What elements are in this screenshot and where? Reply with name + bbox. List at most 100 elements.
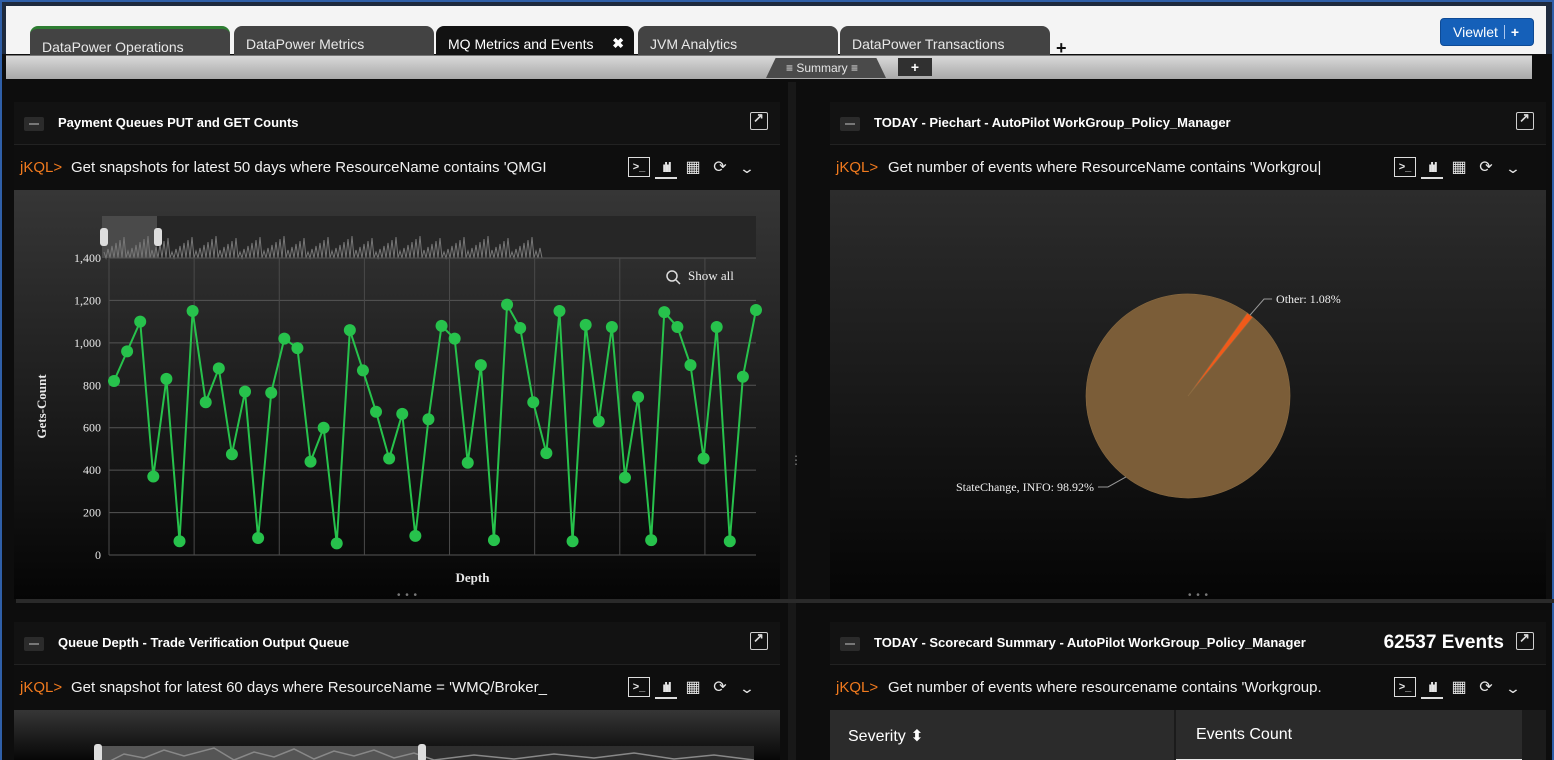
chevron-down-icon[interactable]: ⌄ (732, 157, 763, 179)
column-header-events-count[interactable]: Events Count (1176, 710, 1522, 760)
data-point[interactable] (409, 529, 422, 542)
data-point[interactable] (540, 447, 553, 460)
chevron-down-icon[interactable]: ⌄ (1498, 157, 1529, 179)
tab-datapower-transactions[interactable]: DataPower Transactions (840, 26, 1050, 56)
bar-chart-icon[interactable]: ılıl (655, 677, 677, 699)
data-point[interactable] (723, 535, 736, 548)
data-point[interactable] (448, 332, 461, 345)
data-point[interactable] (592, 415, 605, 428)
data-point[interactable] (697, 452, 710, 465)
data-point[interactable] (343, 324, 356, 337)
data-point[interactable] (317, 421, 330, 434)
bar-chart-icon[interactable]: ılıl (1421, 157, 1443, 179)
minimize-button[interactable] (24, 637, 44, 651)
data-point[interactable] (684, 359, 697, 372)
data-point[interactable] (239, 385, 252, 398)
data-point[interactable] (396, 407, 409, 420)
data-point[interactable] (710, 320, 723, 333)
tab-datapower-metrics[interactable]: DataPower Metrics (234, 26, 434, 56)
data-point[interactable] (527, 396, 540, 409)
data-point[interactable] (566, 535, 579, 548)
refresh-icon[interactable]: ⟳ (1475, 677, 1497, 699)
minimize-button[interactable] (840, 117, 860, 131)
data-point[interactable] (147, 470, 160, 483)
data-point[interactable] (278, 332, 291, 345)
data-point[interactable] (501, 298, 514, 311)
data-point[interactable] (618, 471, 631, 484)
navigator-handle-right[interactable] (154, 228, 162, 246)
calendar-icon[interactable]: ▦ (1448, 677, 1470, 699)
data-point[interactable] (370, 405, 383, 418)
navigator-handle-left[interactable] (100, 228, 108, 246)
refresh-icon[interactable]: ⟳ (709, 157, 731, 179)
minimize-button[interactable] (24, 117, 44, 131)
refresh-icon[interactable]: ⟳ (1475, 157, 1497, 179)
minimize-button[interactable] (840, 637, 860, 651)
popout-icon[interactable] (750, 630, 768, 650)
horizontal-splitter[interactable] (16, 599, 1554, 603)
data-point[interactable] (422, 413, 435, 426)
calendar-icon[interactable]: ▦ (682, 157, 704, 179)
query-input[interactable]: Get snapshots for latest 50 days where R… (71, 159, 611, 176)
data-point[interactable] (579, 318, 592, 331)
data-point[interactable] (632, 390, 645, 403)
data-point[interactable] (134, 315, 147, 328)
column-header-severity[interactable]: Severity ⬍ (830, 710, 1174, 760)
navigator-handle-right[interactable] (418, 744, 426, 760)
data-point[interactable] (645, 534, 658, 547)
add-viewlet-button[interactable]: Viewlet + (1440, 18, 1534, 46)
data-point[interactable] (108, 375, 120, 388)
data-point[interactable] (160, 372, 173, 385)
data-point[interactable] (605, 320, 618, 333)
query-input[interactable]: Get number of events where ResourceName … (888, 159, 1378, 176)
data-point[interactable] (212, 362, 225, 375)
popout-icon[interactable] (750, 110, 768, 130)
data-point[interactable] (356, 364, 369, 377)
data-point[interactable] (304, 455, 317, 468)
data-point[interactable] (186, 305, 199, 318)
data-point[interactable] (435, 319, 448, 332)
data-point[interactable] (736, 370, 749, 383)
bar-chart-icon[interactable]: ılıl (1421, 677, 1443, 699)
popout-icon[interactable] (1516, 630, 1534, 650)
query-input[interactable]: Get number of events where resourcename … (888, 679, 1378, 696)
data-point[interactable] (121, 345, 134, 358)
bar-chart-icon[interactable]: ılıl (655, 157, 677, 179)
data-point[interactable] (553, 305, 566, 318)
tab-summary[interactable]: ≡ Summary ≡ (766, 58, 886, 78)
data-point[interactable] (383, 452, 396, 465)
terminal-icon[interactable]: >_ (628, 157, 650, 177)
data-point[interactable] (225, 448, 238, 461)
navigator-window[interactable] (102, 216, 157, 258)
terminal-icon[interactable]: >_ (1394, 677, 1416, 697)
tab-jvm-analytics[interactable]: JVM Analytics (638, 26, 838, 56)
close-tab-icon[interactable]: ✖ (612, 35, 624, 52)
chevron-down-icon[interactable]: ⌄ (732, 677, 763, 699)
data-point[interactable] (514, 322, 527, 335)
data-point[interactable] (487, 534, 500, 547)
data-point[interactable] (461, 456, 474, 469)
data-point[interactable] (252, 532, 265, 545)
vertical-splitter[interactable]: ⋮ (788, 82, 802, 760)
terminal-icon[interactable]: >_ (628, 677, 650, 697)
data-point[interactable] (750, 303, 762, 316)
popout-icon[interactable] (1516, 110, 1534, 130)
data-point[interactable] (474, 359, 487, 372)
add-summary-button[interactable]: + (898, 58, 932, 76)
show-all-button[interactable]: Show all (666, 268, 734, 285)
data-point[interactable] (658, 306, 671, 319)
calendar-icon[interactable]: ▦ (1448, 157, 1470, 179)
calendar-icon[interactable]: ▦ (682, 677, 704, 699)
navigator-handle-left[interactable] (94, 744, 102, 760)
data-point[interactable] (199, 396, 212, 409)
data-point[interactable] (330, 537, 343, 550)
tab-mq-metrics-and-events[interactable]: MQ Metrics and Events ✖ (436, 26, 634, 56)
refresh-icon[interactable]: ⟳ (709, 677, 731, 699)
data-point[interactable] (291, 342, 304, 355)
terminal-icon[interactable]: >_ (1394, 157, 1416, 177)
data-point[interactable] (173, 535, 186, 548)
data-point[interactable] (265, 386, 278, 399)
data-point[interactable] (671, 320, 684, 333)
tab-datapower-operations[interactable]: DataPower Operations (30, 26, 230, 56)
query-input[interactable]: Get snapshot for latest 60 days where Re… (71, 679, 611, 696)
